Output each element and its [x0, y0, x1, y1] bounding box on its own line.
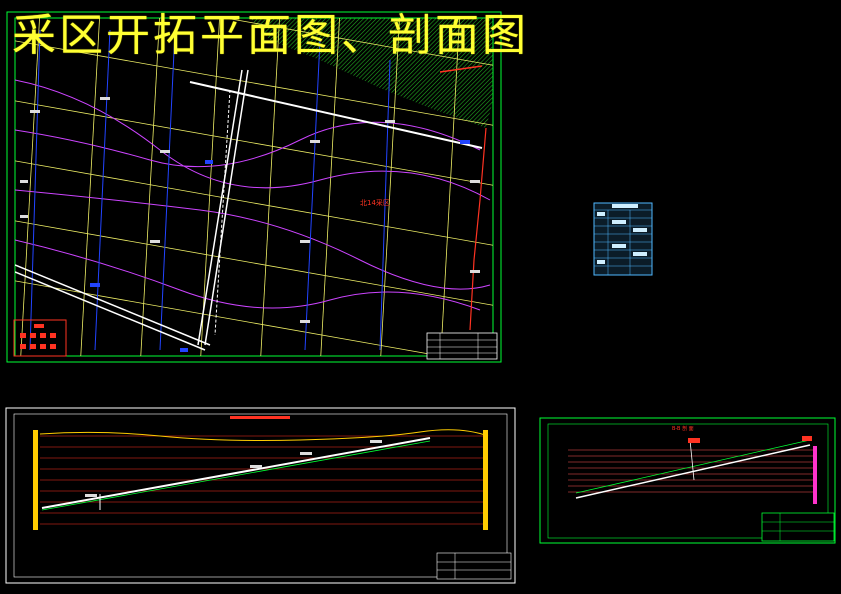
- section-view-1: [5, 407, 516, 584]
- section2-title: B-B 剖 面: [672, 425, 694, 432]
- plan-legend-icon: [13, 319, 67, 357]
- contour-lines: [15, 79, 491, 311]
- section-view-2: B-B 剖 面: [539, 417, 836, 544]
- fault-line: [469, 127, 487, 331]
- legend-table-icon: [593, 202, 653, 276]
- roadways: [15, 69, 483, 351]
- section1-title-block: [436, 552, 512, 580]
- cad-drawing[interactable]: 北14采区 B-B 剖 面: [0, 0, 841, 594]
- plan-title-block: [426, 332, 498, 360]
- panel-label: 北14采区: [360, 198, 390, 207]
- drawing-title: 采区开拓平面图、剖面图: [12, 10, 529, 61]
- section2-title-block: [761, 512, 835, 542]
